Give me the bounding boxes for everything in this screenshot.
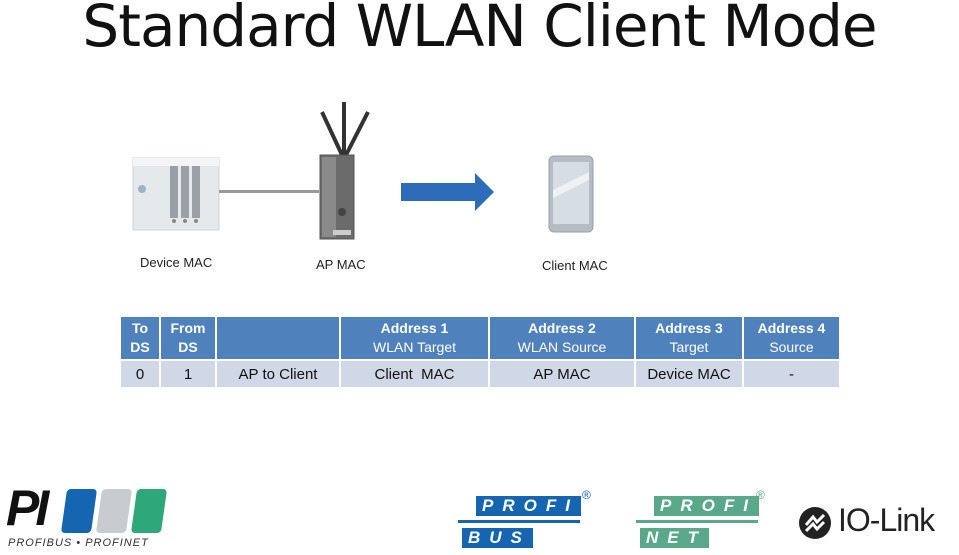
profinet-logo: PROFI NET ®	[636, 488, 776, 550]
profibus-bus-line	[458, 520, 580, 523]
header-address-3: Address 3 Target	[636, 317, 742, 359]
tablet-icon	[548, 155, 594, 233]
table-header-row: To DS From DS Address 1 WLAN Target Address…	[121, 317, 839, 359]
iolink-icon	[799, 507, 831, 539]
access-point-icon	[319, 102, 370, 240]
header-address-4: Address 4 Source	[744, 317, 839, 359]
address-table: To DS From DS Address 1 WLAN Target Address…	[119, 315, 841, 389]
registered-mark: ®	[756, 488, 765, 502]
profinet-bottom-text: NET	[640, 528, 709, 548]
ap-mac-label: AP MAC	[316, 257, 366, 272]
cell-address-2: AP MAC	[490, 361, 634, 387]
pi-green-block	[130, 489, 168, 533]
device-mac-label: Device MAC	[140, 255, 213, 270]
header-address-2: Address 2 WLAN Source	[490, 317, 634, 359]
pi-blue-block	[60, 489, 98, 533]
profinet-bus-line	[636, 520, 758, 523]
header-from-ds: From DS	[161, 317, 215, 359]
cell-address-4: -	[744, 361, 839, 387]
pi-gray-block	[95, 489, 133, 533]
cell-from-ds: 1	[161, 361, 215, 387]
client-mac-label: Client MAC	[542, 258, 608, 273]
plc-device-icon	[132, 157, 220, 231]
pi-logo: PI PROFIBUS • PROFINET	[6, 480, 171, 551]
cell-to-ds: 0	[121, 361, 159, 387]
header-address-1: Address 1 WLAN Target	[341, 317, 488, 359]
iolink-text: IO-Link	[838, 502, 935, 538]
table-row: 0 1 AP to Client Client MAC AP MAC Devic…	[121, 361, 839, 387]
iolink-logo: IO-Link	[798, 502, 958, 544]
pi-logo-text: PI	[6, 480, 49, 536]
profibus-top-text: PROFI	[476, 496, 581, 516]
cell-address-1: Client MAC	[341, 361, 488, 387]
profinet-top-text: PROFI	[654, 496, 759, 516]
cell-direction: AP to Client	[217, 361, 339, 387]
cell-address-3: Device MAC	[636, 361, 742, 387]
arrow-icon	[401, 173, 494, 211]
pi-logo-subtitle: PROFIBUS • PROFINET	[8, 537, 149, 549]
profibus-logo: PROFI BUS ®	[458, 488, 598, 550]
header-direction	[217, 317, 339, 359]
registered-mark: ®	[582, 488, 591, 502]
profibus-bottom-text: BUS	[462, 528, 533, 548]
header-to-ds: To DS	[121, 317, 159, 359]
ethernet-cable	[219, 190, 319, 193]
